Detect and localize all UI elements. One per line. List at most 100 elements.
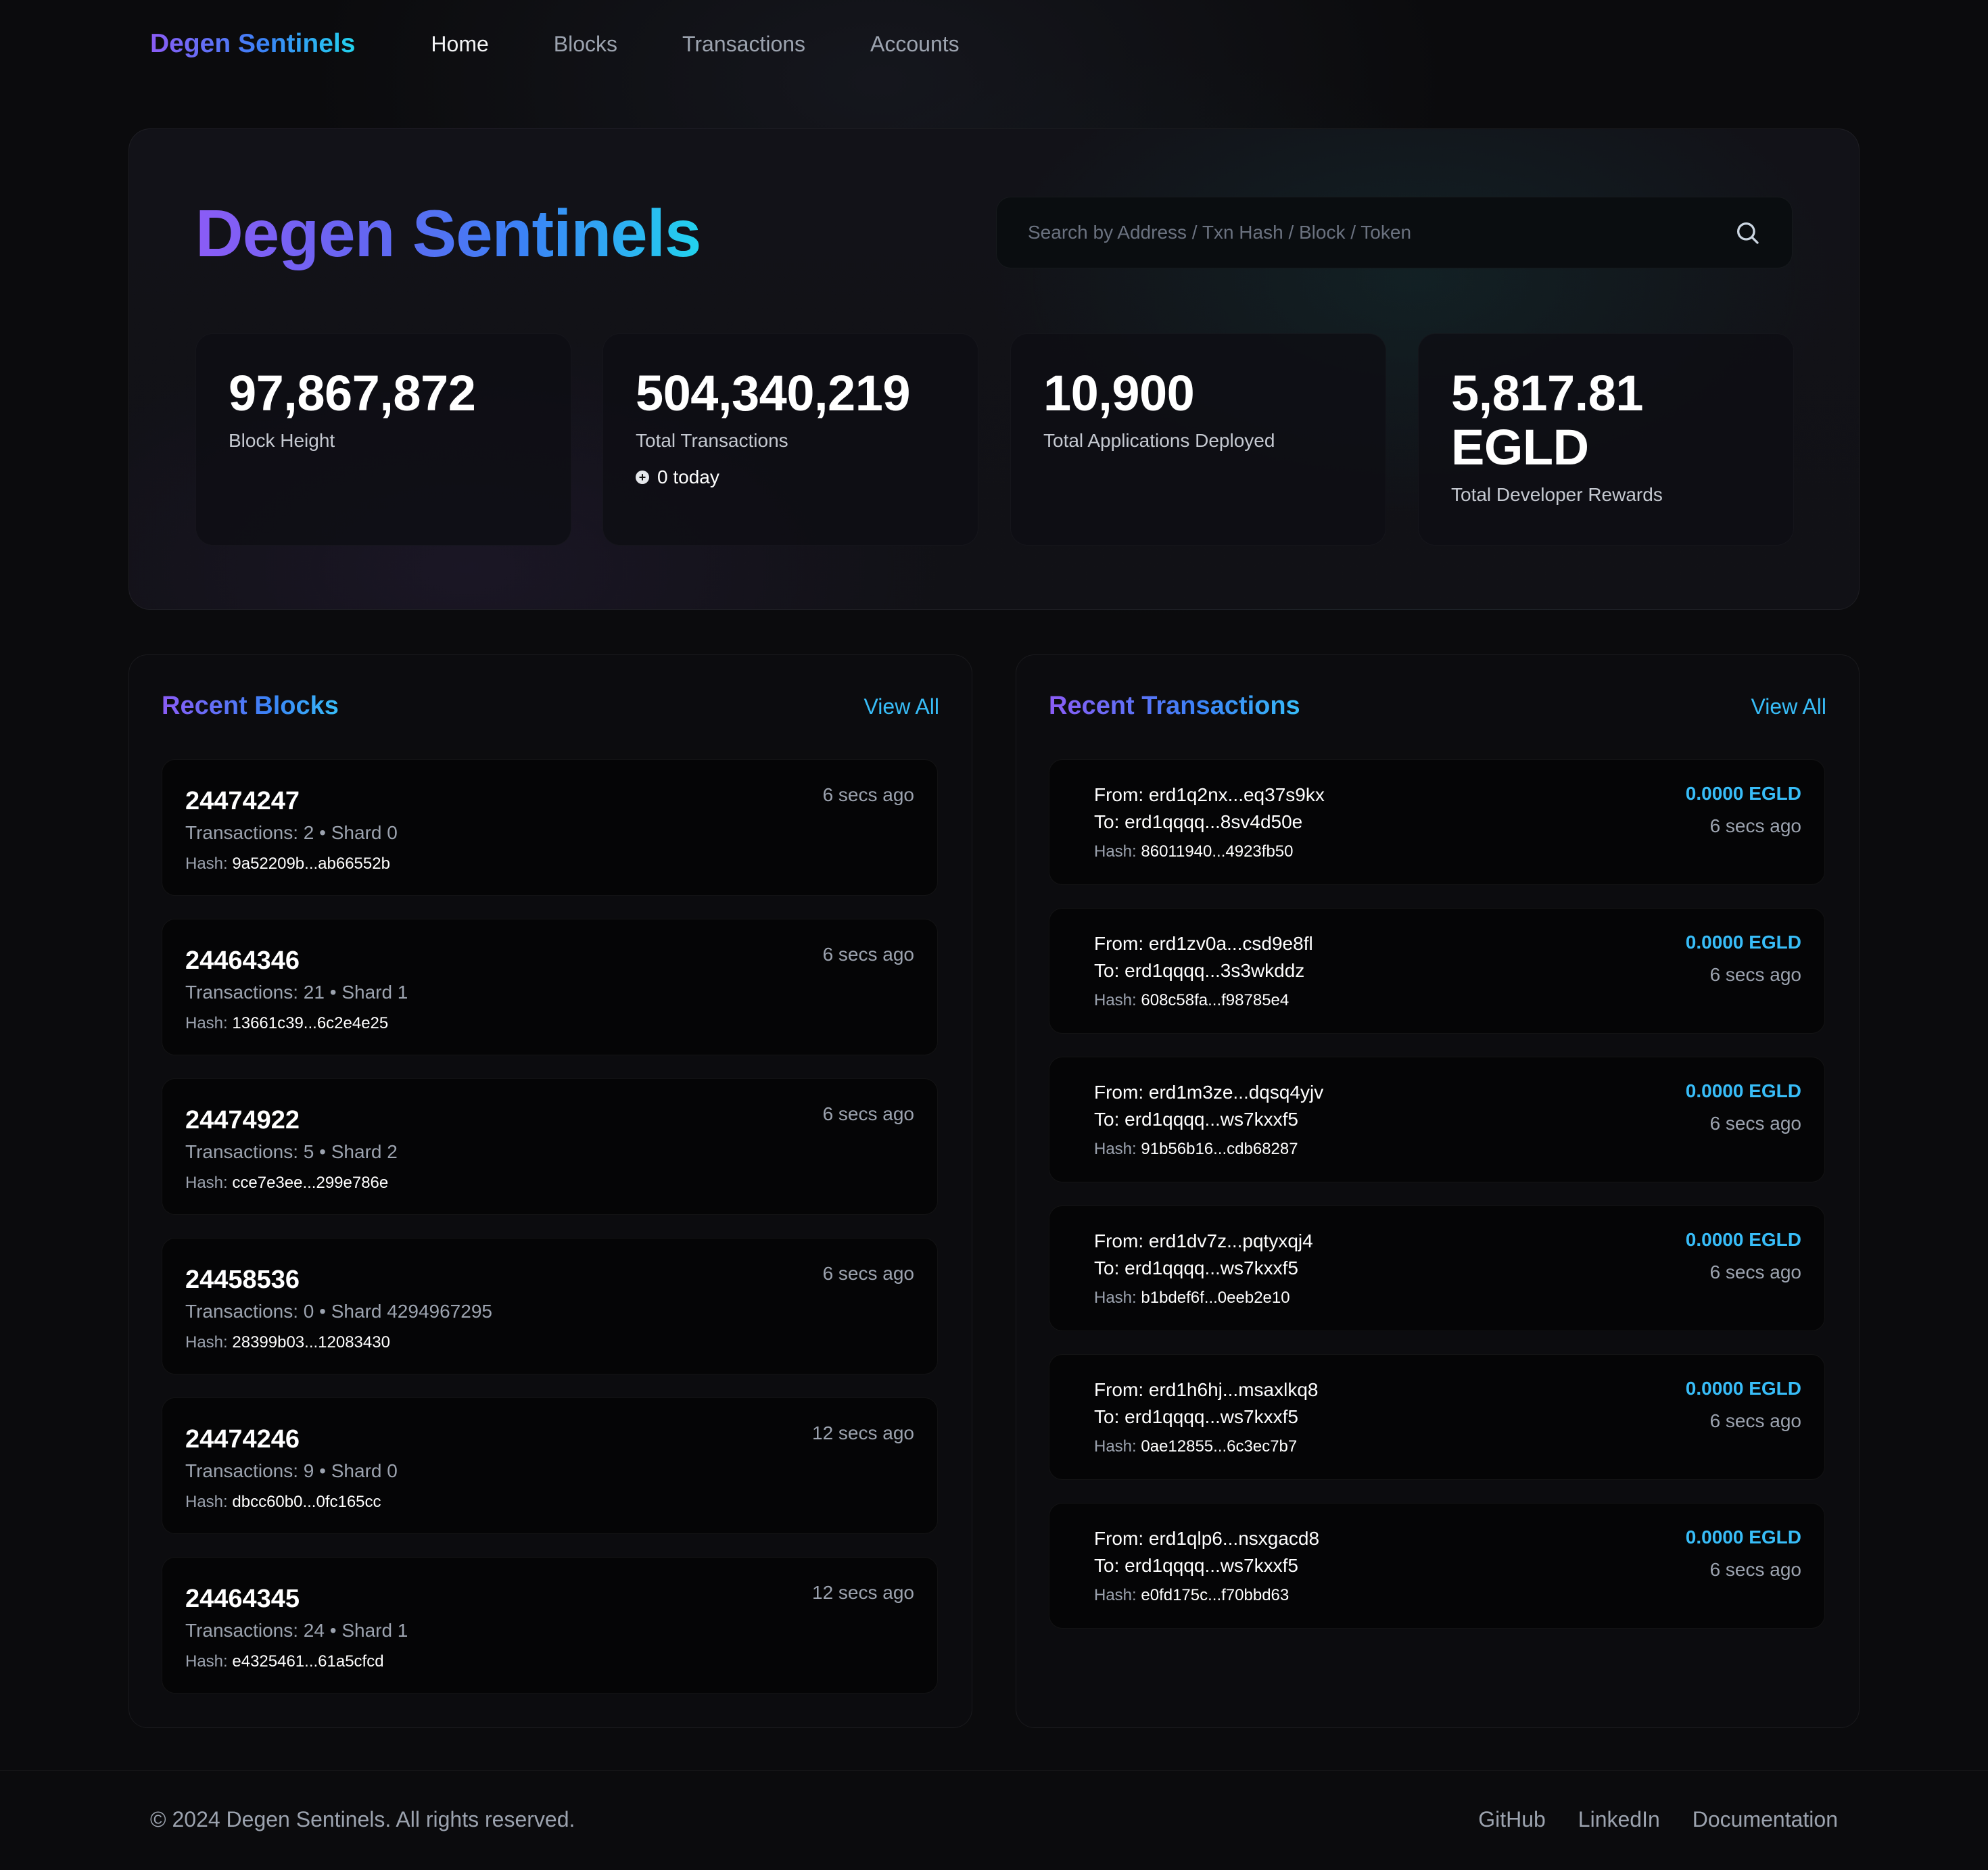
- hash-value[interactable]: 86011940...4923fb50: [1141, 842, 1293, 861]
- block-hash: Hash: e4325461...61a5cfcd: [185, 1652, 384, 1671]
- block-meta: Transactions: 2 • Shard 0: [185, 822, 398, 843]
- block-time: 6 secs ago: [822, 1103, 914, 1124]
- footer-link-linkedin[interactable]: LinkedIn: [1578, 1807, 1660, 1832]
- hash-value[interactable]: 13661c39...6c2e4e25: [232, 1014, 388, 1032]
- stat-card-developer-rewards: 5,817.81 EGLD Total Developer Rewards: [1418, 333, 1794, 546]
- tx-from[interactable]: From: erd1zv0a...csd9e8fl: [1094, 933, 1313, 955]
- footer: © 2024 Degen Sentinels. All rights reser…: [0, 1770, 1988, 1870]
- view-all-blocks-link[interactable]: View All: [864, 694, 939, 719]
- tx-from[interactable]: From: erd1h6hj...msaxlkq8: [1094, 1379, 1318, 1401]
- hero-title: Degen Sentinels: [195, 194, 701, 274]
- footer-links: GitHub LinkedIn Documentation: [1478, 1807, 1838, 1832]
- transaction-card[interactable]: From: erd1dv7z...pqtyxqj4 To: erd1qqqq..…: [1049, 1205, 1825, 1331]
- hash-value[interactable]: cce7e3ee...299e786e: [232, 1174, 388, 1192]
- nav-link-home[interactable]: Home: [431, 32, 488, 57]
- hash-value[interactable]: 28399b03...12083430: [232, 1333, 390, 1351]
- nav-brand-logo[interactable]: Degen Sentinels: [150, 29, 355, 59]
- hash-value[interactable]: 0ae12855...6c3ec7b7: [1141, 1437, 1297, 1456]
- hash-label: Hash:: [185, 1014, 228, 1032]
- hash-value[interactable]: b1bdef6f...0eeb2e10: [1141, 1289, 1289, 1307]
- tx-time: 6 secs ago: [1709, 815, 1801, 836]
- search-input[interactable]: [1028, 222, 1734, 243]
- search-bar[interactable]: [996, 197, 1793, 268]
- block-number[interactable]: 24464346: [185, 946, 300, 976]
- tx-to[interactable]: To: erd1qqqq...ws7kxxf5: [1094, 1109, 1298, 1130]
- stat-today: + 0 today: [636, 466, 945, 488]
- hash-label: Hash:: [185, 1493, 228, 1511]
- hash-label: Hash:: [1094, 991, 1137, 1009]
- transaction-card[interactable]: From: erd1h6hj...msaxlkq8 To: erd1qqqq..…: [1049, 1354, 1825, 1480]
- block-time: 6 secs ago: [822, 1263, 914, 1284]
- stat-value: 10,900: [1043, 365, 1195, 421]
- block-number[interactable]: 24474247: [185, 787, 300, 816]
- block-hash: Hash: cce7e3ee...299e786e: [185, 1174, 388, 1193]
- block-number[interactable]: 24458536: [185, 1266, 300, 1295]
- transaction-card[interactable]: From: erd1m3ze...dqsq4yjv To: erd1qqqq..…: [1049, 1057, 1825, 1182]
- block-number[interactable]: 24464345: [185, 1585, 300, 1614]
- tx-amount: 0.0000 EGLD: [1685, 783, 1801, 804]
- stat-card-applications: 10,900 Total Applications Deployed: [1010, 333, 1386, 546]
- block-meta: Transactions: 21 • Shard 1: [185, 982, 408, 1003]
- stat-value-amount: 5,817.81: [1451, 365, 1644, 421]
- stat-label: Total Developer Rewards: [1451, 483, 1663, 505]
- tx-to[interactable]: To: erd1qqqq...3s3wkddz: [1094, 960, 1304, 982]
- footer-link-documentation[interactable]: Documentation: [1693, 1807, 1838, 1832]
- tx-hash: Hash: 608c58fa...f98785e4: [1094, 991, 1289, 1010]
- block-time: 6 secs ago: [822, 944, 914, 965]
- tx-amount: 0.0000 EGLD: [1685, 1229, 1801, 1250]
- block-card[interactable]: 24474922 Transactions: 5 • Shard 2 Hash:…: [162, 1078, 938, 1215]
- hash-value[interactable]: 608c58fa...f98785e4: [1141, 991, 1289, 1009]
- tx-from[interactable]: From: erd1q2nx...eq37s9kx: [1094, 784, 1325, 806]
- block-card[interactable]: 24464346 Transactions: 21 • Shard 1 Hash…: [162, 919, 938, 1055]
- transaction-card[interactable]: From: erd1q2nx...eq37s9kx To: erd1qqqq..…: [1049, 759, 1825, 885]
- tx-time: 6 secs ago: [1709, 964, 1801, 985]
- block-meta: Transactions: 0 • Shard 4294967295: [185, 1301, 492, 1322]
- hash-value[interactable]: dbcc60b0...0fc165cc: [232, 1493, 381, 1511]
- block-card[interactable]: 24464345 Transactions: 24 • Shard 1 Hash…: [162, 1557, 938, 1694]
- plus-circle-icon: +: [636, 470, 649, 484]
- block-number[interactable]: 24474246: [185, 1425, 300, 1454]
- tx-hash: Hash: 0ae12855...6c3ec7b7: [1094, 1437, 1297, 1456]
- transaction-card[interactable]: From: erd1qlp6...nsxgacd8 To: erd1qqqq..…: [1049, 1503, 1825, 1629]
- search-icon[interactable]: [1734, 219, 1761, 246]
- block-time: 12 secs ago: [812, 1422, 914, 1443]
- hash-label: Hash:: [1094, 842, 1137, 861]
- tx-from[interactable]: From: erd1qlp6...nsxgacd8: [1094, 1528, 1319, 1550]
- top-navbar: Degen Sentinels Home Blocks Transactions…: [0, 0, 1988, 88]
- tx-hash: Hash: b1bdef6f...0eeb2e10: [1094, 1289, 1290, 1308]
- nav-link-transactions[interactable]: Transactions: [682, 32, 805, 57]
- transaction-card[interactable]: From: erd1zv0a...csd9e8fl To: erd1qqqq..…: [1049, 908, 1825, 1034]
- tx-hash: Hash: 91b56b16...cdb68287: [1094, 1140, 1298, 1159]
- copyright-text: © 2024 Degen Sentinels. All rights reser…: [150, 1807, 575, 1831]
- hash-label: Hash:: [185, 855, 228, 873]
- nav-link-blocks[interactable]: Blocks: [554, 32, 617, 57]
- tx-from[interactable]: From: erd1dv7z...pqtyxqj4: [1094, 1230, 1313, 1252]
- stat-value: 504,340,219: [636, 365, 911, 421]
- stat-value: 97,867,872: [229, 365, 476, 421]
- block-number[interactable]: 24474922: [185, 1106, 300, 1135]
- tx-time: 6 secs ago: [1709, 1113, 1801, 1134]
- hash-label: Hash:: [1094, 1586, 1137, 1604]
- hash-value[interactable]: e4325461...61a5cfcd: [232, 1652, 383, 1671]
- hash-value[interactable]: 9a52209b...ab66552b: [232, 855, 390, 873]
- tx-from[interactable]: From: erd1m3ze...dqsq4yjv: [1094, 1082, 1323, 1103]
- tx-time: 6 secs ago: [1709, 1410, 1801, 1431]
- hash-label: Hash:: [1094, 1437, 1137, 1456]
- block-card[interactable]: 24474247 Transactions: 2 • Shard 0 Hash:…: [162, 759, 938, 896]
- block-card[interactable]: 24474246 Transactions: 9 • Shard 0 Hash:…: [162, 1397, 938, 1534]
- tx-amount: 0.0000 EGLD: [1685, 1527, 1801, 1548]
- block-card[interactable]: 24458536 Transactions: 0 • Shard 4294967…: [162, 1238, 938, 1374]
- hash-value[interactable]: 91b56b16...cdb68287: [1141, 1140, 1298, 1158]
- block-hash: Hash: 9a52209b...ab66552b: [185, 855, 390, 873]
- nav-link-accounts[interactable]: Accounts: [870, 32, 960, 57]
- hero-panel: Degen Sentinels 97,867,872 Block Height …: [128, 128, 1860, 610]
- tx-to[interactable]: To: erd1qqqq...ws7kxxf5: [1094, 1257, 1298, 1279]
- stat-label: Total Applications Deployed: [1043, 429, 1275, 451]
- tx-to[interactable]: To: erd1qqqq...8sv4d50e: [1094, 811, 1302, 833]
- stat-card-block-height: 97,867,872 Block Height: [195, 333, 571, 546]
- tx-to[interactable]: To: erd1qqqq...ws7kxxf5: [1094, 1555, 1298, 1577]
- view-all-transactions-link[interactable]: View All: [1751, 694, 1826, 719]
- footer-link-github[interactable]: GitHub: [1478, 1807, 1546, 1832]
- hash-value[interactable]: e0fd175c...f70bbd63: [1141, 1586, 1289, 1604]
- tx-to[interactable]: To: erd1qqqq...ws7kxxf5: [1094, 1406, 1298, 1428]
